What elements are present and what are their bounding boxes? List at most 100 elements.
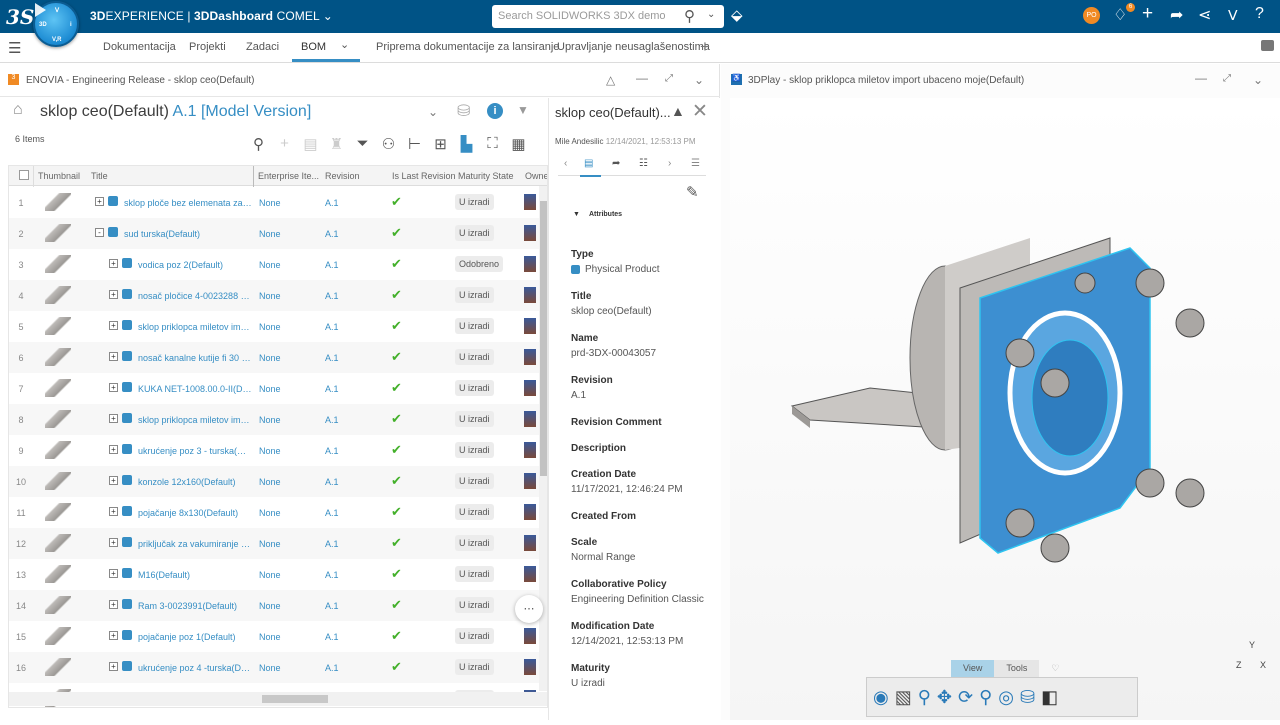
- enterprise-item[interactable]: None: [259, 198, 281, 208]
- properties-tab-icon[interactable]: ▤: [584, 158, 593, 169]
- enterprise-item[interactable]: None: [259, 632, 281, 642]
- maturity-badge[interactable]: U izradi: [455, 504, 494, 520]
- search-box[interactable]: Search SOLIDWORKS 3DX demo ⚲ ⌄: [492, 5, 724, 28]
- maximize-icon[interactable]: ⤢: [1223, 73, 1231, 84]
- zoom-icon[interactable]: ⚲: [979, 687, 992, 708]
- panel-up-icon[interactable]: ▲: [671, 103, 685, 119]
- revision[interactable]: A.1: [325, 477, 339, 487]
- 3ds-logo-icon[interactable]: 3S: [6, 5, 34, 29]
- owner-avatar[interactable]: [524, 287, 536, 303]
- close-icon[interactable]: ✕: [692, 100, 708, 123]
- tab-dokumentacija[interactable]: Dokumentacija: [103, 41, 176, 53]
- compass-icon[interactable]: Ⅴ 3D i V,R: [33, 1, 79, 47]
- maturity-badge[interactable]: U izradi: [455, 566, 494, 582]
- owner-avatar[interactable]: [524, 566, 536, 582]
- expand-toggle-icon[interactable]: +: [109, 476, 118, 485]
- prev-icon[interactable]: ‹: [564, 158, 567, 169]
- compass-left[interactable]: 3D: [39, 22, 47, 28]
- table-row[interactable]: 9 + ukrućenje poz 3 - turska(Defa... None A.…: [9, 435, 539, 466]
- maximize-icon[interactable]: ⤢: [665, 73, 673, 84]
- owner-avatar[interactable]: [524, 504, 536, 520]
- revision[interactable]: A.1: [325, 446, 339, 456]
- object-version[interactable]: A.1 [Model Version]: [173, 103, 312, 120]
- revision[interactable]: A.1: [325, 632, 339, 642]
- play-icon[interactable]: ◉: [873, 687, 889, 708]
- expand-toggle-icon[interactable]: +: [109, 538, 118, 547]
- revision[interactable]: A.1: [325, 198, 339, 208]
- panel-toggle-icon[interactable]: ◧: [1041, 687, 1058, 708]
- table-row[interactable]: 15 + pojačanje poz 1(Default) None A.1 ✔ U izr…: [9, 621, 539, 652]
- expand-toggle-icon[interactable]: +: [109, 600, 118, 609]
- maturity-badge[interactable]: U izradi: [455, 597, 494, 613]
- attributes-section[interactable]: Attributes: [589, 211, 622, 218]
- col-owner[interactable]: Owner: [525, 171, 547, 181]
- table-row[interactable]: 6 + nosač kanalne kutije fi 30 11... None A.…: [9, 342, 539, 373]
- help-icon[interactable]: ?: [1255, 5, 1264, 23]
- owner-avatar[interactable]: [524, 628, 536, 644]
- row-title-link[interactable]: priključak za vakumiranje 12....: [138, 539, 252, 549]
- search-icon[interactable]: ⚲: [250, 135, 267, 153]
- row-title-link[interactable]: pojačanje 8x130(Default): [138, 508, 252, 518]
- owner-avatar[interactable]: [524, 225, 536, 241]
- tab-priprema[interactable]: Priprema dokumentacije za lansiranje: [376, 41, 559, 53]
- tab-menu-chevron-icon[interactable]: ⌄: [340, 38, 349, 51]
- minimize-icon[interactable]: —: [636, 71, 648, 85]
- revision[interactable]: A.1: [325, 291, 339, 301]
- enterprise-item[interactable]: None: [259, 384, 281, 394]
- tab-zadaci[interactable]: Zadaci: [246, 41, 279, 53]
- structure-tab-icon[interactable]: ☷: [639, 158, 648, 169]
- table-row[interactable]: 4 + nosač pločice 4-0023288 raz... None A.1 ✔…: [9, 280, 539, 311]
- tree-icon[interactable]: ⚇: [380, 135, 397, 153]
- maturity-badge[interactable]: U izradi: [455, 659, 494, 675]
- add-icon[interactable]: +: [1142, 3, 1153, 25]
- expand-toggle-icon[interactable]: +: [109, 383, 118, 392]
- maturity-badge[interactable]: U izradi: [455, 473, 494, 489]
- table-row[interactable]: 1 + sklop ploče bez elemenata za levi... No…: [9, 187, 539, 218]
- enterprise-item[interactable]: None: [259, 570, 281, 580]
- maturity-badge[interactable]: U izradi: [455, 628, 494, 644]
- search-input[interactable]: Search SOLIDWORKS 3DX demo: [498, 10, 666, 22]
- col-is-last-revision[interactable]: Is Last Revision: [392, 171, 456, 181]
- select-all-checkbox[interactable]: [19, 170, 29, 180]
- col-maturity-state[interactable]: Maturity State: [458, 171, 514, 181]
- row-title-link[interactable]: sklop priklopca miletov import...: [138, 322, 252, 332]
- horizontal-scrollbar[interactable]: [9, 692, 547, 706]
- row-title-link[interactable]: vodica poz 2(Default): [138, 260, 252, 270]
- vertical-scroll-thumb[interactable]: [540, 201, 547, 476]
- header-chevron-icon[interactable]: ⌄: [428, 105, 438, 119]
- maturity-badge[interactable]: U izradi: [455, 318, 494, 334]
- compass-bottom[interactable]: V,R: [52, 37, 61, 43]
- revision[interactable]: A.1: [325, 322, 339, 332]
- table-row[interactable]: 12 + priključak za vakumiranje 12.... None A…: [9, 528, 539, 559]
- maturity-badge[interactable]: U izradi: [455, 194, 494, 210]
- tab-view[interactable]: View: [951, 660, 995, 677]
- cloud-icon[interactable]: △: [606, 73, 615, 87]
- database-icon[interactable]: ⛁: [457, 101, 470, 121]
- row-title-link[interactable]: nosač pločice 4-0023288 raz...: [138, 291, 252, 301]
- home-icon[interactable]: ⌂: [13, 101, 23, 119]
- tab-bom[interactable]: BOM: [301, 41, 326, 53]
- zoom-fit-icon[interactable]: ⚲: [918, 687, 931, 708]
- next-icon[interactable]: ›: [668, 158, 671, 169]
- enterprise-item[interactable]: None: [259, 353, 281, 363]
- rotate-icon[interactable]: ⟳: [958, 687, 973, 708]
- owner-avatar[interactable]: [524, 535, 536, 551]
- revision[interactable]: A.1: [325, 229, 339, 239]
- revision[interactable]: A.1: [325, 601, 339, 611]
- row-title-link[interactable]: ukrućenje poz 3 - turska(Defa...: [138, 446, 252, 456]
- enterprise-item[interactable]: None: [259, 446, 281, 456]
- revision[interactable]: A.1: [325, 260, 339, 270]
- floating-action-button[interactable]: ⋯: [515, 595, 543, 623]
- tenant-selector[interactable]: COMEL ⌄: [277, 9, 333, 23]
- tab-tools[interactable]: Tools: [994, 660, 1040, 677]
- expand-toggle-icon[interactable]: -: [95, 228, 104, 237]
- enterprise-item[interactable]: None: [259, 539, 281, 549]
- table-row[interactable]: 2 - sud turska(Default) None A.1 ✔ U izradi: [9, 218, 539, 249]
- pan-icon[interactable]: ✥: [937, 687, 952, 708]
- owner-avatar[interactable]: [524, 659, 536, 675]
- row-title-link[interactable]: sklop ploče bez elemenata za levi...: [124, 198, 252, 208]
- row-title-link[interactable]: KUKA NET-1008.00.0-II(Defa...: [138, 384, 252, 394]
- revision[interactable]: A.1: [325, 353, 339, 363]
- expand-toggle-icon[interactable]: +: [109, 352, 118, 361]
- maturity-badge[interactable]: U izradi: [455, 411, 494, 427]
